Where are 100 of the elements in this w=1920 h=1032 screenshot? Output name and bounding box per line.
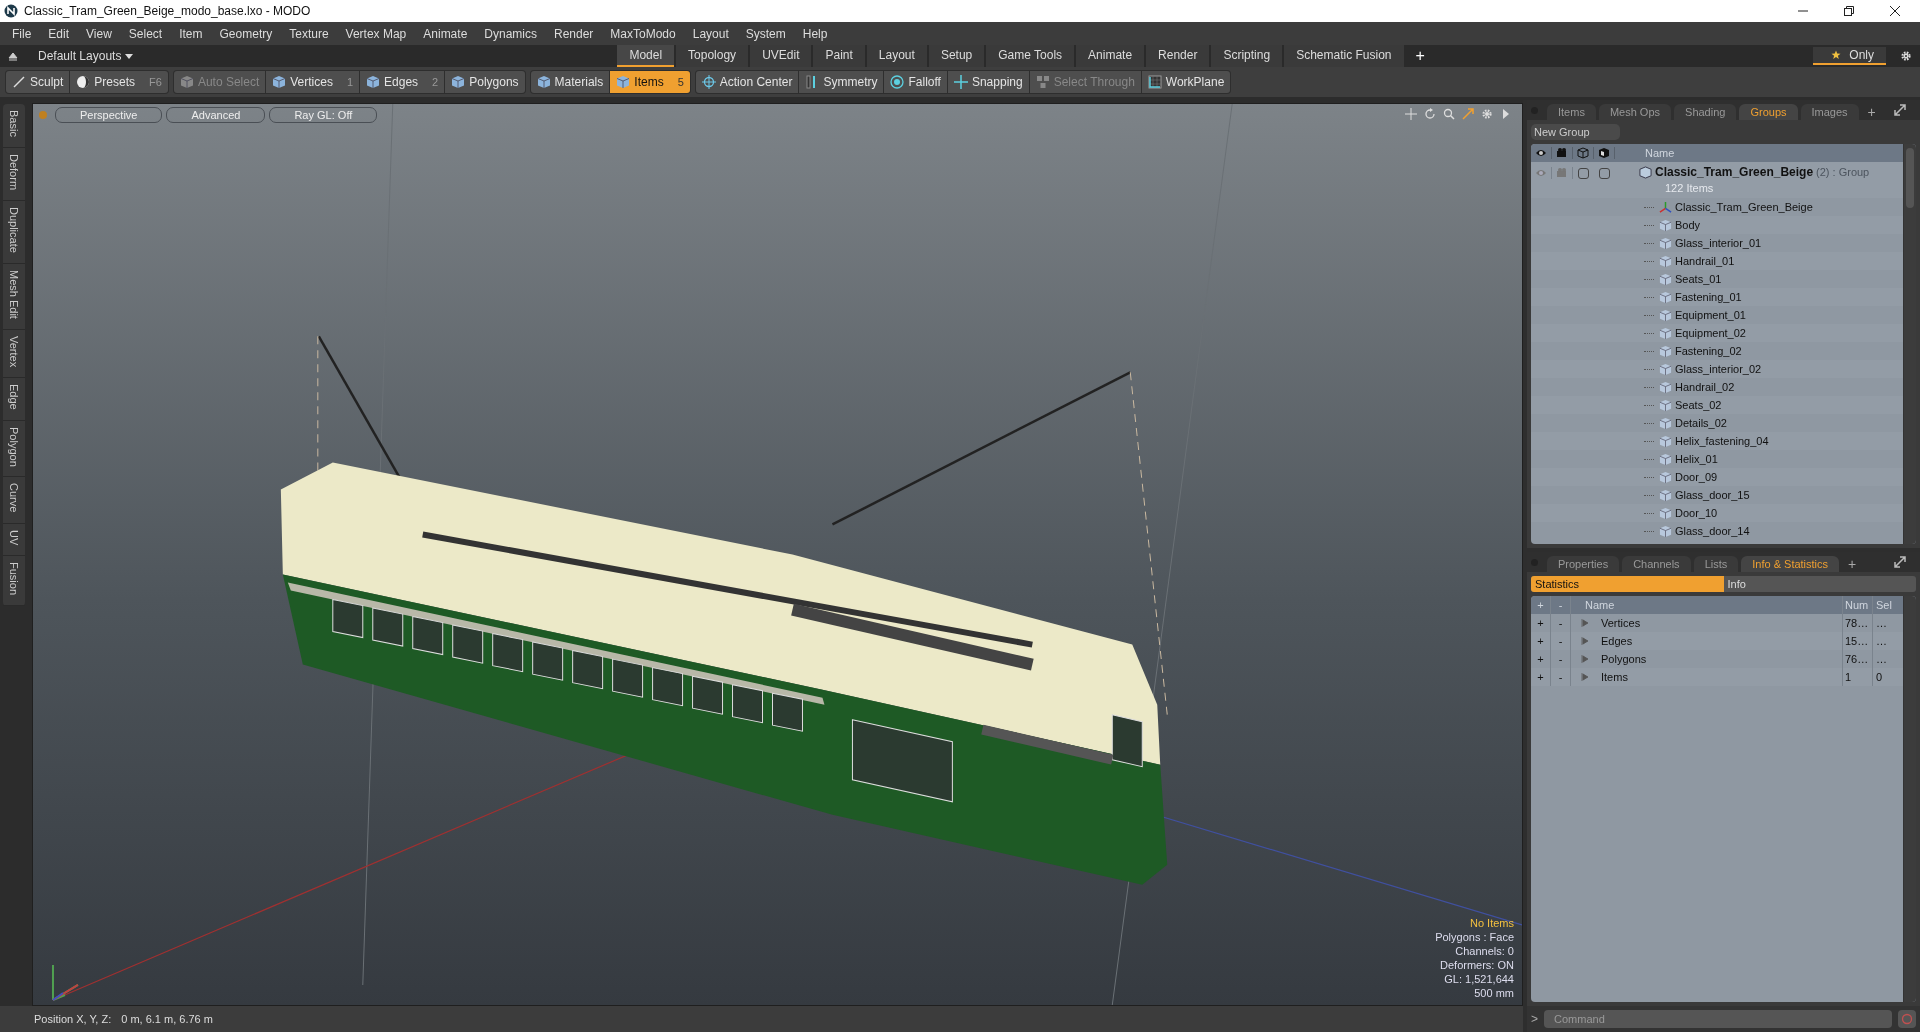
move-icon[interactable]: [1405, 108, 1417, 120]
side-tab[interactable]: Duplicate: [3, 200, 25, 264]
menu-item[interactable]: Geometry: [219, 26, 273, 41]
add-button[interactable]: +: [1531, 632, 1551, 650]
add-tab-button[interactable]: +: [1405, 45, 1435, 67]
viewport-button[interactable]: Ray GL: Off: [269, 107, 378, 123]
panel-tab[interactable]: Info & Statistics: [1741, 556, 1840, 572]
menu-item[interactable]: Item: [179, 26, 203, 41]
tree-item[interactable]: Glass_interior_01: [1675, 237, 1762, 249]
layout-toggle-icon[interactable]: [8, 51, 18, 61]
menu-item[interactable]: Edit: [48, 26, 70, 41]
layout-tab[interactable]: Layout: [866, 45, 927, 67]
layout-tab[interactable]: Paint: [813, 45, 865, 67]
panel-tab[interactable]: Groups: [1739, 104, 1798, 120]
menu-item[interactable]: Vertex Map: [345, 26, 407, 41]
menu-item[interactable]: Layout: [692, 26, 729, 41]
layout-tab[interactable]: UVEdit: [750, 45, 812, 67]
panel-tab[interactable]: Channels: [1622, 556, 1691, 572]
expand-arrow-icon[interactable]: [1581, 637, 1589, 645]
tree-item[interactable]: Handrail_02: [1675, 381, 1735, 393]
side-tab[interactable]: Curve: [3, 477, 25, 524]
record-button[interactable]: [1898, 1010, 1916, 1028]
add-button[interactable]: +: [1531, 668, 1551, 686]
tree-item[interactable]: Helix_fastening_04: [1675, 435, 1769, 447]
tree-item[interactable]: Details_02: [1675, 417, 1727, 429]
menu-item[interactable]: Texture: [289, 26, 329, 41]
tree-item[interactable]: Glass_door_14: [1675, 525, 1750, 537]
tree-item[interactable]: Body: [1675, 219, 1701, 231]
toolbar-button[interactable]: Snapping: [947, 71, 1029, 93]
menu-item[interactable]: Animate: [423, 26, 468, 41]
tree-item[interactable]: Glass_door_15: [1675, 489, 1750, 501]
panel-tab[interactable]: Shading: [1674, 104, 1737, 120]
layout-tab[interactable]: Setup: [928, 45, 985, 67]
close-icon[interactable]: [1890, 6, 1900, 16]
layout-tab[interactable]: Schematic Fusion: [1284, 45, 1404, 67]
checkbox[interactable]: [1578, 167, 1589, 179]
panel-tab[interactable]: Items: [1547, 104, 1596, 120]
side-tab[interactable]: Fusion: [3, 556, 25, 607]
side-tab[interactable]: Deform: [3, 147, 25, 201]
expand-icon[interactable]: [1894, 556, 1906, 568]
toolbar-button[interactable]: Items 5: [610, 71, 690, 93]
side-tab[interactable]: UV: [3, 523, 25, 557]
tree-item[interactable]: Seats_01: [1675, 273, 1722, 285]
side-tab[interactable]: Mesh Edit: [3, 263, 25, 330]
toolbar-button[interactable]: Vertices 1: [266, 71, 360, 93]
menu-item[interactable]: File: [12, 26, 32, 41]
tree-item[interactable]: Glass_interior_02: [1675, 363, 1762, 375]
rotate-icon[interactable]: [1424, 108, 1436, 120]
toolbar-button[interactable]: Materials: [530, 71, 610, 93]
panel-tab[interactable]: Properties: [1547, 556, 1620, 572]
toolbar-button[interactable]: WorkPlane: [1141, 71, 1231, 93]
toolbar-button[interactable]: Polygons: [445, 71, 525, 93]
toolbar-button[interactable]: Presets F6: [70, 71, 168, 93]
tree-item[interactable]: Equipment_01: [1675, 309, 1746, 321]
search-icon[interactable]: [1443, 108, 1455, 120]
tree-item[interactable]: Door_10: [1675, 507, 1718, 519]
layout-tab[interactable]: Scripting: [1211, 45, 1283, 67]
checkbox[interactable]: [1599, 167, 1610, 179]
side-tab[interactable]: Polygon: [3, 420, 25, 478]
toolbar-button[interactable]: Falloff: [884, 71, 947, 93]
toolbar-button[interactable]: Edges 2: [360, 71, 445, 93]
sub-tab[interactable]: Info: [1723, 576, 1916, 592]
side-tab[interactable]: Basic: [3, 104, 25, 148]
menu-item[interactable]: Render: [554, 26, 594, 41]
expand-arrow-icon[interactable]: [1581, 619, 1589, 627]
menu-item[interactable]: MaxToModo: [610, 26, 676, 41]
layout-tab[interactable]: Game Tools: [986, 45, 1075, 67]
sub-tab[interactable]: Statistics: [1531, 576, 1724, 592]
add-tab-button[interactable]: +: [1842, 556, 1863, 572]
tree-item[interactable]: Classic_Tram_Green_Beige: [1675, 201, 1813, 213]
tree-item[interactable]: Handrail_01: [1675, 255, 1735, 267]
menu-item[interactable]: Dynamics: [484, 26, 537, 41]
toolbar-button[interactable]: Sculpt: [6, 71, 70, 93]
tree-item[interactable]: Seats_02: [1675, 399, 1722, 411]
menu-item[interactable]: System: [745, 26, 786, 41]
side-tab[interactable]: Vertex: [3, 329, 25, 378]
toolbar-button[interactable]: Symmetry: [799, 71, 884, 93]
group-name[interactable]: Classic_Tram_Green_Beige: [1655, 165, 1814, 179]
tree-item[interactable]: Fastening_01: [1675, 291, 1742, 303]
viewport-button[interactable]: Perspective: [55, 107, 163, 123]
tree-item[interactable]: Door_09: [1675, 471, 1718, 483]
settings-icon[interactable]: [1900, 50, 1912, 62]
remove-button[interactable]: -: [1551, 668, 1571, 686]
viewport[interactable]: Perspective Advanced Ray GL: Off No Items Polygons : Face Channels: 0 Deformers: ON GL: 1,521,644 500 mm: [32, 103, 1523, 1006]
layout-tab[interactable]: Topology: [676, 45, 749, 67]
layout-dropdown[interactable]: Default Layouts: [38, 49, 134, 63]
only-button[interactable]: Only: [1813, 47, 1886, 65]
panel-tab[interactable]: Images: [1800, 104, 1859, 120]
menu-item[interactable]: Help: [802, 26, 828, 41]
remove-button[interactable]: -: [1551, 632, 1571, 650]
new-group-button[interactable]: New Group: [1531, 124, 1620, 140]
menu-item[interactable]: Select: [128, 26, 163, 41]
layout-tab[interactable]: Render: [1146, 45, 1210, 67]
tree-item[interactable]: Equipment_02: [1675, 327, 1746, 339]
side-tab[interactable]: Edge: [3, 377, 25, 421]
toolbar-button[interactable]: Action Center: [695, 71, 799, 93]
layout-tab[interactable]: Model: [617, 45, 675, 67]
expand-icon[interactable]: [1894, 104, 1906, 116]
expand-arrow-icon[interactable]: [1581, 673, 1589, 681]
panel-tab[interactable]: Mesh Ops: [1598, 104, 1672, 120]
